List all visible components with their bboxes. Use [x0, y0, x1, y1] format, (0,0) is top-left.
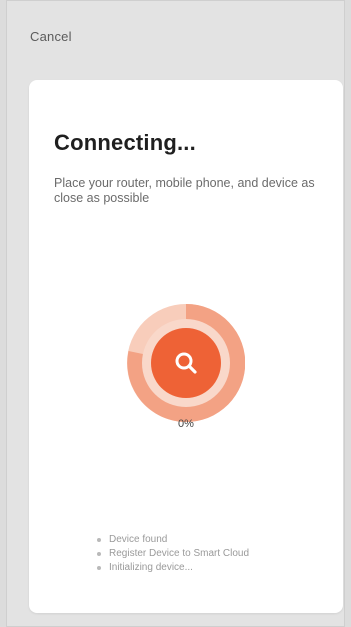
instruction-text: Place your router, mobile phone, and dev… [54, 176, 315, 205]
status-label: Device found [109, 534, 168, 545]
bullet-icon [97, 566, 101, 570]
status-item: Device found [97, 533, 249, 547]
app-screen: Cancel Connecting... Place your router, … [6, 0, 345, 627]
connecting-card: Connecting... Place your router, mobile … [29, 80, 343, 613]
status-label: Register Device to Smart Cloud [109, 548, 250, 559]
status-label: Initializing device... [109, 562, 193, 573]
progress-percent: 0% [178, 418, 194, 430]
page-title: Connecting... [54, 130, 196, 155]
bullet-icon [97, 538, 101, 542]
status-item: Initializing device... [97, 561, 249, 575]
search-icon [175, 352, 197, 374]
cancel-button[interactable]: Cancel [30, 29, 72, 44]
bullet-icon [97, 552, 101, 556]
progress-spinner [127, 304, 245, 422]
status-list: Device found Register Device to Smart Cl… [97, 533, 249, 575]
status-item: Register Device to Smart Cloud [97, 547, 249, 561]
search-button-core [151, 328, 221, 398]
